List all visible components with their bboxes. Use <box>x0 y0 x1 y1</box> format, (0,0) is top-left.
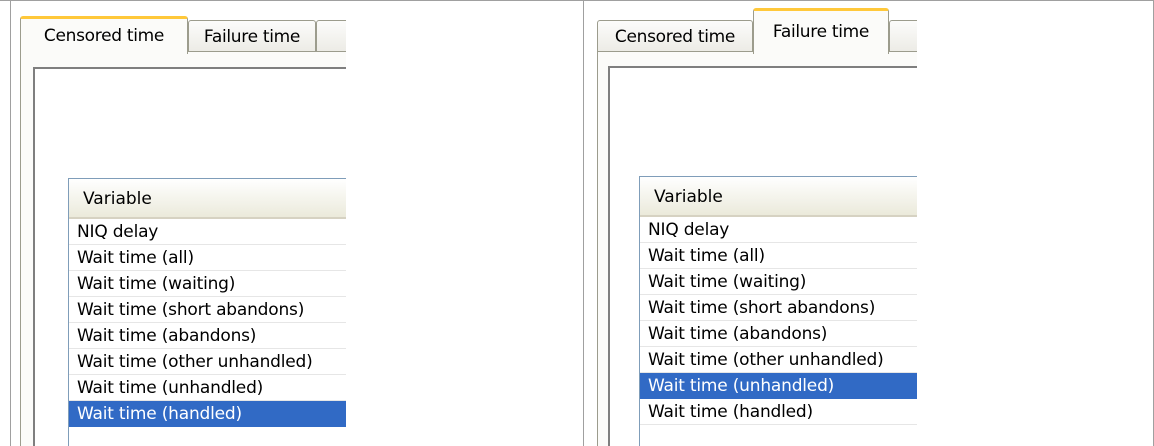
list-item-selected[interactable]: Wait time (handled) <box>69 401 346 427</box>
list-item-selected[interactable]: Wait time (unhandled) <box>640 373 917 399</box>
tab-page: Variable NIQ delay Wait time (all) Wait … <box>20 51 346 446</box>
table-border-left <box>10 0 11 446</box>
tab-label: Failure time <box>203 27 301 47</box>
list-item[interactable]: NIQ delay <box>640 217 917 243</box>
list-item[interactable]: Wait time (short abandons) <box>69 297 346 323</box>
table-divider <box>583 0 584 446</box>
list-item[interactable]: Wait time (all) <box>640 243 917 269</box>
list-item[interactable]: Wait time (unhandled) <box>69 375 346 401</box>
list-item[interactable]: Wait time (waiting) <box>69 271 346 297</box>
tab-page: Variable NIQ delay Wait time (all) Wait … <box>597 51 917 446</box>
list-item[interactable]: Wait time (short abandons) <box>640 295 917 321</box>
list-item[interactable]: Wait time (abandons) <box>640 321 917 347</box>
tab-strip: Censored time Failure time <box>597 4 917 54</box>
list-item[interactable]: Wait time (abandons) <box>69 323 346 349</box>
tab-failure-time[interactable]: Failure time <box>188 20 316 52</box>
list-item[interactable]: Wait time (other unhandled) <box>640 347 917 373</box>
list-item[interactable]: Wait time (all) <box>69 245 346 271</box>
variable-list[interactable]: Variable NIQ delay Wait time (all) Wait … <box>639 176 917 446</box>
left-dialog-panel: Censored time Failure time Variable NIQ … <box>20 4 346 446</box>
tab-strip: Censored time Failure time <box>20 4 346 54</box>
tab-failure-time[interactable]: Failure time <box>753 8 889 54</box>
tab-label: Censored time <box>614 27 736 47</box>
column-header-variable[interactable]: Variable <box>640 177 917 217</box>
table-border-top <box>0 0 1154 1</box>
tab-more[interactable] <box>889 20 917 52</box>
tab-censored-time[interactable]: Censored time <box>20 16 188 54</box>
column-header-variable[interactable]: Variable <box>69 179 346 219</box>
tab-label: Failure time <box>772 22 870 42</box>
list-item[interactable]: Wait time (waiting) <box>640 269 917 295</box>
list-item[interactable]: NIQ delay <box>69 219 346 245</box>
content-frame: Variable NIQ delay Wait time (all) Wait … <box>608 66 917 446</box>
tab-label: Censored time <box>43 26 165 46</box>
tab-more[interactable] <box>316 20 346 52</box>
tab-censored-time[interactable]: Censored time <box>597 20 753 52</box>
content-frame: Variable NIQ delay Wait time (all) Wait … <box>33 67 346 446</box>
right-dialog-panel: Censored time Failure time Variable NIQ … <box>597 4 917 446</box>
list-item[interactable]: Wait time (handled) <box>640 399 917 425</box>
variable-list[interactable]: Variable NIQ delay Wait time (all) Wait … <box>68 178 346 446</box>
list-item[interactable]: Wait time (other unhandled) <box>69 349 346 375</box>
